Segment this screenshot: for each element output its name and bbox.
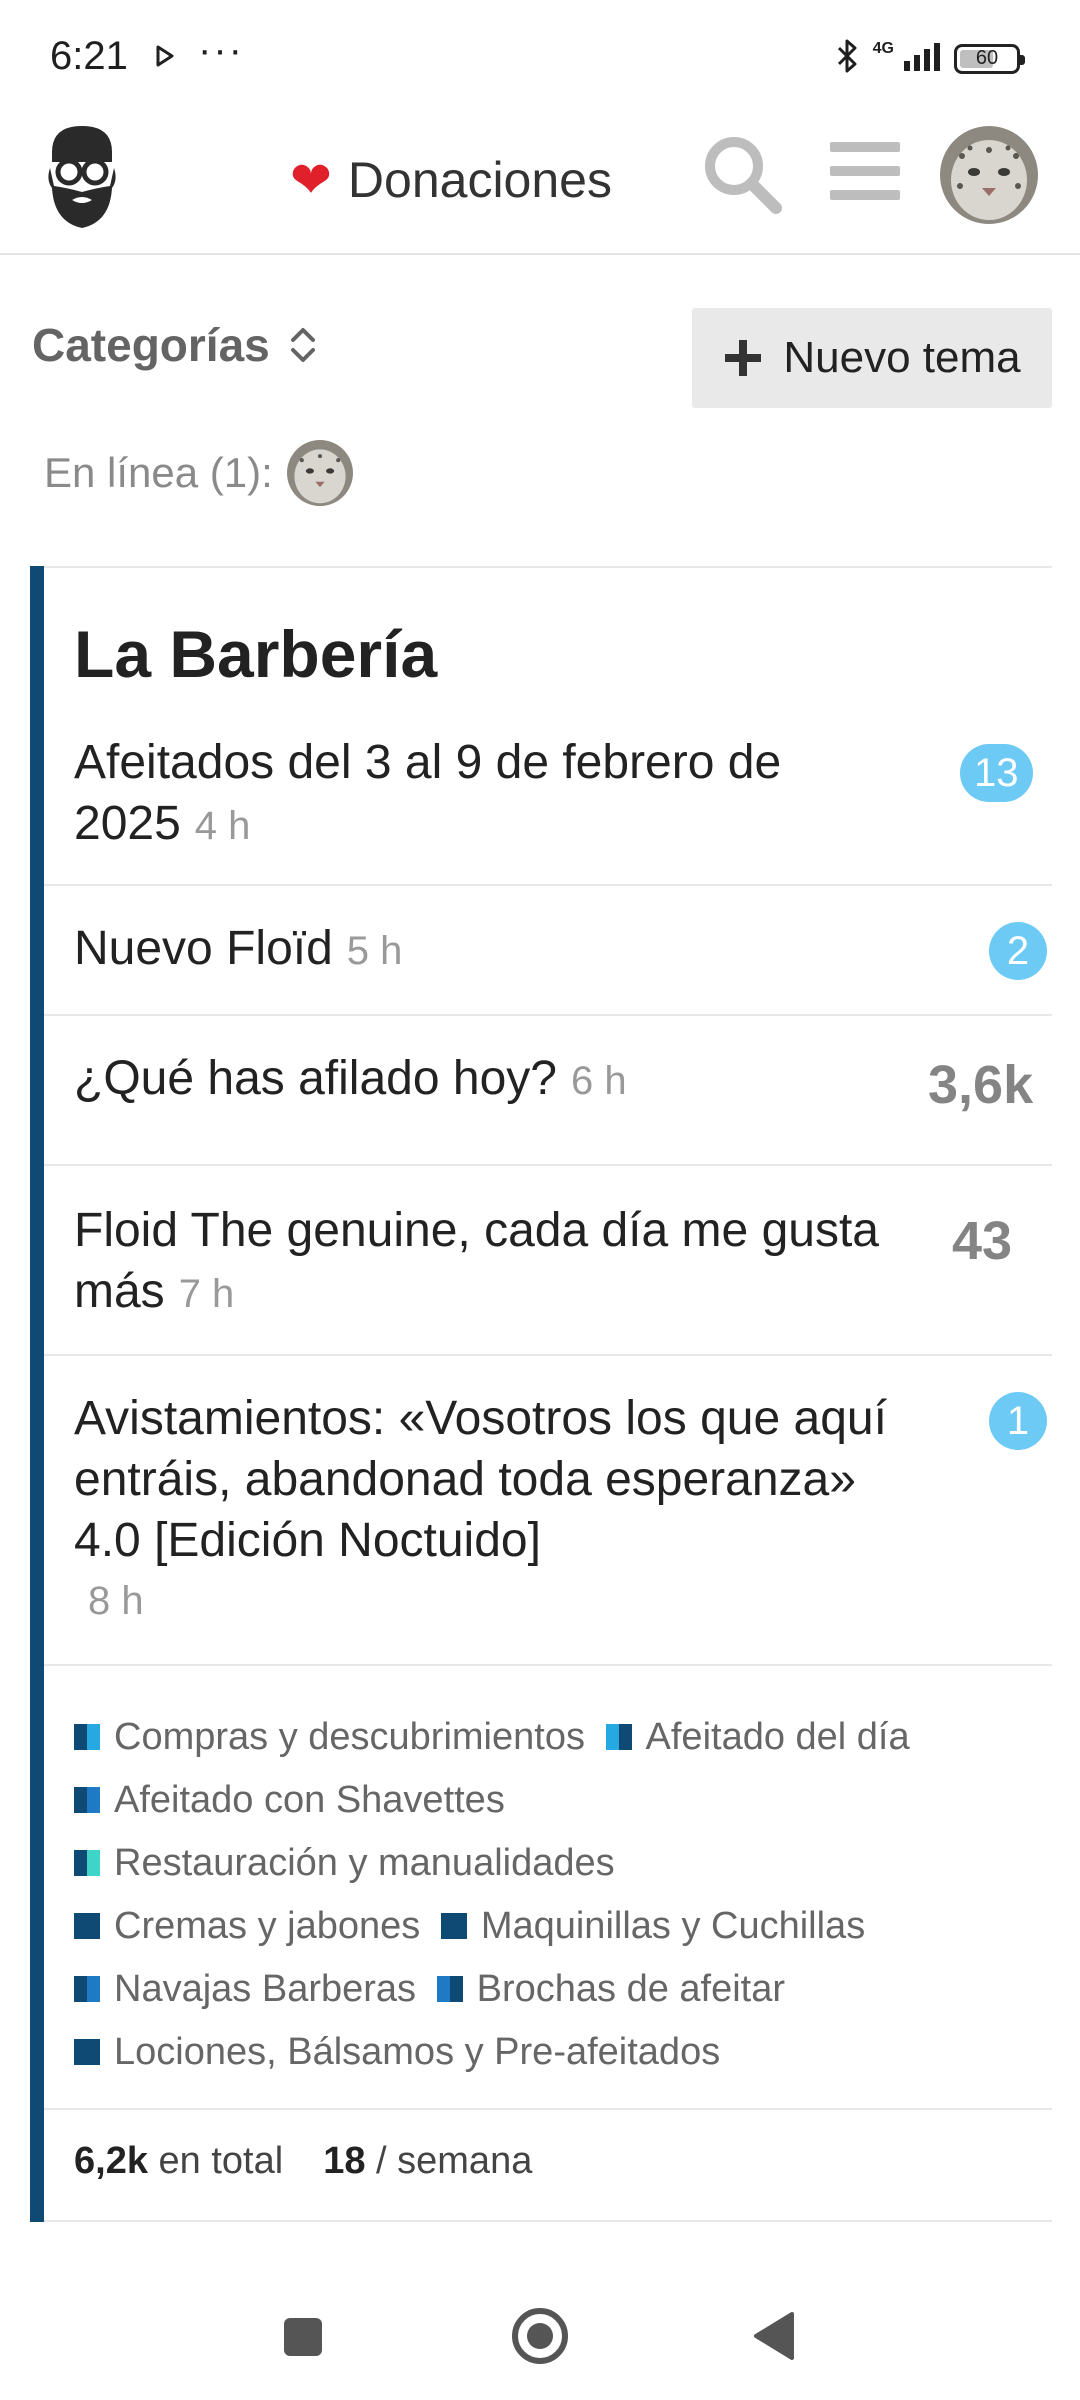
post-count: 43 xyxy=(952,1211,1013,1271)
hamburger-menu-icon xyxy=(830,142,900,200)
category-color-square xyxy=(74,1724,100,1750)
back-triangle-icon xyxy=(754,2312,794,2360)
back-button[interactable] xyxy=(752,2310,796,2365)
menu-button[interactable] xyxy=(830,140,900,205)
weekly-topics-label: / semana xyxy=(376,2140,533,2182)
subcategory-list: Compras y descubrimientos Afeitado del d… xyxy=(74,1706,1034,2084)
recents-button[interactable] xyxy=(282,2316,324,2361)
search-icon xyxy=(705,137,782,214)
category-color-square xyxy=(74,1850,100,1876)
subcategory-link[interactable]: Brochas de afeitar xyxy=(436,1958,785,2020)
topic-row[interactable]: Avistamientos: «Vosotros los que aquí en… xyxy=(44,1356,1052,1666)
play-icon xyxy=(155,45,175,72)
home-circle-icon xyxy=(512,2308,568,2364)
battery-icon: 60 xyxy=(954,43,1025,74)
snow-leopard-avatar-icon xyxy=(940,126,1038,224)
post-count: 3,6k xyxy=(928,1055,1034,1115)
total-topics-label: en total xyxy=(158,2140,284,2182)
bluetooth-icon xyxy=(835,38,859,79)
chevron-up-down-icon xyxy=(290,328,315,362)
categories-label: Categorías xyxy=(32,319,270,371)
topic-title[interactable]: Afeitados del 3 al 9 de febrero de 2025 xyxy=(74,736,781,850)
status-bar: 6:21 ··· 4G 60 xyxy=(0,0,1080,110)
topic-row[interactable]: ¿Qué has afilado hoy? 6 h 3,6k xyxy=(44,1016,1052,1166)
online-label: En línea (1): xyxy=(44,449,273,496)
site-logo[interactable] xyxy=(40,122,124,237)
total-topics-value: 6,2k xyxy=(74,2140,148,2182)
divider xyxy=(44,2108,1052,2110)
new-posts-badge[interactable]: 13 xyxy=(960,744,1033,802)
category-color-square xyxy=(74,1913,100,1939)
category-stats: 6,2k en total 18 / semana xyxy=(74,2140,532,2183)
subcategory-link[interactable]: Maquinillas y Cuchillas xyxy=(440,1895,865,1957)
new-posts-badge[interactable]: 1 xyxy=(989,1392,1047,1450)
category-color-square xyxy=(436,1976,463,2002)
battery-level: 60 xyxy=(975,47,999,69)
topic-age: 4 h xyxy=(194,804,251,848)
donations-link[interactable]: ❤ Donaciones xyxy=(290,140,612,220)
topic-row[interactable]: Afeitados del 3 al 9 de febrero de 2025 4… xyxy=(44,716,1052,886)
topic-row[interactable]: Nuevo Floïd 5 h 2 xyxy=(44,886,1052,1016)
system-nav-bar xyxy=(0,2290,1080,2400)
divider xyxy=(44,2220,1052,2222)
category-title[interactable]: La Barbería xyxy=(74,616,437,692)
subcategory-link[interactable]: Navajas Barberas xyxy=(74,1958,416,2020)
topic-title[interactable]: ¿Qué has afilado hoy? xyxy=(74,1052,557,1105)
snow-leopard-avatar-icon xyxy=(286,440,353,506)
topic-title[interactable]: Avistamientos: «Vosotros los que aquí en… xyxy=(74,1392,887,1567)
subcategory-link[interactable]: Cremas y jabones xyxy=(74,1895,420,1957)
subcategory-link[interactable]: Compras y descubrimientos xyxy=(74,1706,585,1768)
home-button[interactable] xyxy=(510,2306,570,2369)
topic-age: 5 h xyxy=(346,929,403,973)
heart-icon: ❤ xyxy=(290,152,332,208)
weekly-topics-value: 18 xyxy=(323,2140,366,2182)
category-color-square xyxy=(74,1787,100,1813)
bearded-man-logo-icon xyxy=(48,126,116,228)
search-button[interactable] xyxy=(700,132,784,219)
site-header: ❤ Donaciones xyxy=(0,110,1080,255)
plus-icon xyxy=(725,340,762,376)
category-card: La Barbería Afeitados del 3 al 9 de febr… xyxy=(30,566,1052,2222)
square-icon xyxy=(284,2318,322,2356)
topic-age: 8 h xyxy=(88,1579,144,1623)
network-type: 4G xyxy=(872,39,894,57)
donations-label: Donaciones xyxy=(347,152,612,208)
new-topic-button[interactable]: Nuevo tema xyxy=(692,308,1052,408)
signal-icon xyxy=(904,41,944,76)
user-avatar[interactable] xyxy=(940,126,1038,224)
topic-age: 7 h xyxy=(178,1272,235,1316)
clock: 6:21 xyxy=(50,34,128,78)
online-users: En línea (1): xyxy=(44,440,353,506)
category-color-square xyxy=(74,1976,100,2002)
category-color-bar xyxy=(30,566,44,2222)
subcategory-link[interactable]: Afeitado del día xyxy=(605,1706,910,1768)
category-color-square xyxy=(605,1724,632,1750)
more-notifications-icon: ··· xyxy=(198,28,244,72)
new-topic-label: Nuevo tema xyxy=(783,333,1021,382)
subcategory-link[interactable]: Restauración y manualidades xyxy=(74,1832,615,1894)
online-user-avatar[interactable] xyxy=(286,440,353,506)
category-color-square xyxy=(440,1913,467,1939)
topic-age: 6 h xyxy=(570,1059,627,1103)
new-posts-badge[interactable]: 2 xyxy=(989,922,1047,980)
subcategory-link[interactable]: Afeitado con Shavettes xyxy=(74,1769,505,1831)
topic-title[interactable]: Nuevo Floïd xyxy=(74,922,333,975)
subcategory-link[interactable]: Lociones, Bálsamos y Pre-afeitados xyxy=(74,2021,720,2083)
topic-row[interactable]: Floid The genuine, cada día me gusta más… xyxy=(44,1166,1052,1356)
categories-dropdown[interactable]: Categorías xyxy=(32,318,318,372)
category-color-square xyxy=(74,2039,100,2065)
